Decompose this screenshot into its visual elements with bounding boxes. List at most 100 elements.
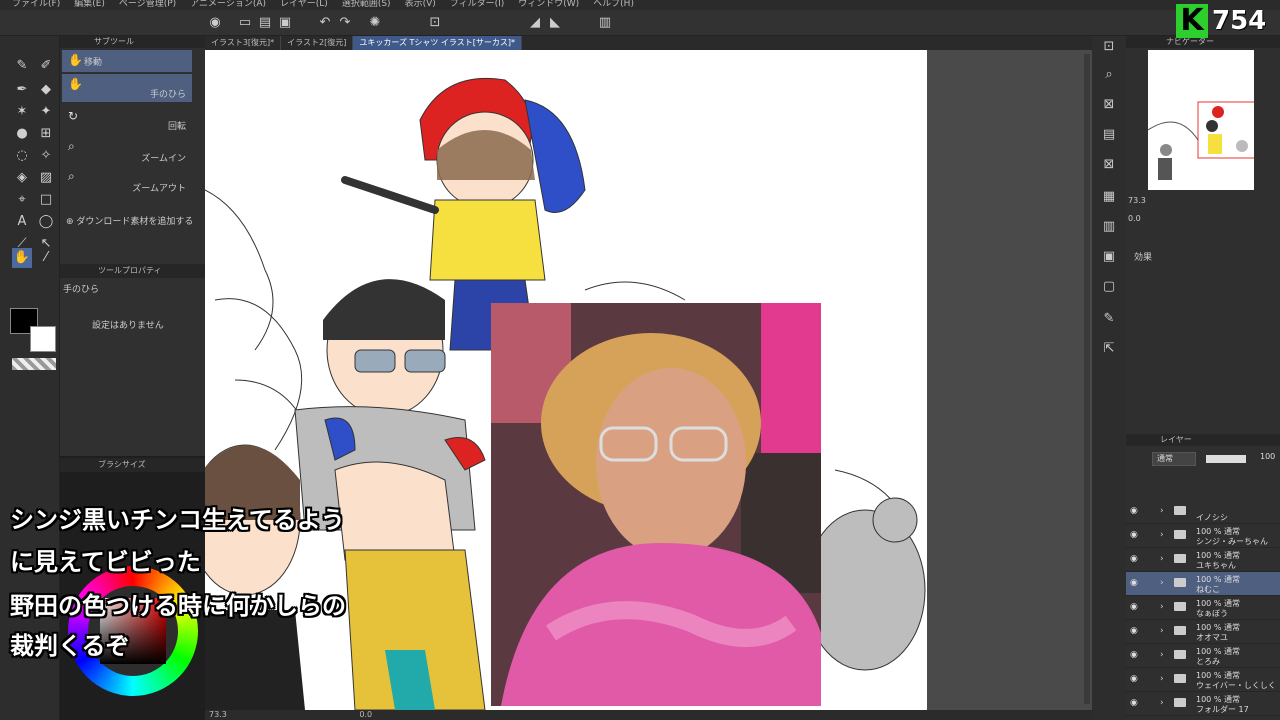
layer-row[interactable]: ◉ › 100 % 通常 オオマユ [1126, 620, 1280, 644]
grid-icon[interactable]: ▦ [1098, 186, 1120, 208]
chevron-right-icon[interactable]: › [1160, 578, 1164, 588]
redo-icon[interactable]: ↷ [336, 14, 354, 32]
image-icon[interactable]: ▢ [1098, 276, 1120, 298]
tab-illust3[interactable]: イラスト3[復元]* [205, 36, 282, 50]
loading-icon[interactable]: ✺ [366, 14, 384, 32]
eye-icon[interactable]: ◉ [1130, 554, 1138, 564]
blend-icon[interactable]: ● [12, 124, 32, 144]
lasso-icon[interactable]: ◌ [12, 146, 32, 166]
export-icon[interactable]: ⇱ [1098, 338, 1120, 360]
chevron-right-icon[interactable]: › [1160, 554, 1164, 564]
chevron-right-icon[interactable]: › [1160, 530, 1164, 540]
layer-row[interactable]: ◉ › 100 % 通常 ねむこ [1126, 572, 1280, 596]
figure-icon[interactable]: □ [36, 190, 56, 210]
eye-icon[interactable]: ◉ [1130, 578, 1138, 588]
menu-animation[interactable]: アニメーション(A) [190, 0, 266, 10]
open-file-icon[interactable]: ▤ [256, 14, 274, 32]
sparkle-icon[interactable]: ✦ [36, 102, 56, 122]
layer-row[interactable]: ◉ › 100 % 通常 ウェイバー・しくしく [1126, 668, 1280, 692]
clip-studio-icon[interactable]: ◉ [206, 14, 224, 32]
rotate-icon: ↻ [68, 109, 79, 123]
navigator-angle[interactable]: 0.0 [1128, 214, 1141, 223]
settings-icon[interactable]: ▥ [596, 14, 614, 32]
opacity-value[interactable]: 100 [1260, 452, 1275, 461]
palette-icon[interactable]: ⊡ [1098, 36, 1120, 58]
navigator-zoom[interactable]: 73.3 [1128, 196, 1146, 205]
brush-icon[interactable]: ✒ [12, 80, 32, 100]
subtool-item-move[interactable]: ✋ 移動 [62, 50, 192, 72]
ruler-snap-icon[interactable]: ◢ [526, 14, 544, 32]
menu-layer[interactable]: レイヤー(L) [280, 0, 328, 10]
folder-icon [1174, 578, 1186, 587]
new-file-icon[interactable]: ▭ [236, 14, 254, 32]
menu-window[interactable]: ウィンドウ(W) [518, 0, 579, 10]
pen-icon[interactable]: ✎ [12, 56, 32, 76]
gradient-icon[interactable]: ▨ [36, 168, 56, 188]
copy-icon[interactable]: ▤ [1098, 124, 1120, 146]
close-icon[interactable]: ⊠ [1098, 154, 1120, 176]
tab-circus[interactable]: ユキッカーズ Tシャツ イラスト[サーカス]* [353, 36, 522, 50]
text-icon[interactable]: A [12, 212, 32, 232]
balloon-icon[interactable]: ◯ [36, 212, 56, 232]
edit-icon[interactable]: ✎ [1098, 308, 1120, 330]
eraser-icon[interactable]: ◆ [36, 80, 56, 100]
angle-readout[interactable]: 0.0 [359, 710, 372, 719]
fill-icon[interactable]: ◈ [12, 168, 32, 188]
transform-icon[interactable]: ⊡ [426, 14, 444, 32]
layer-row[interactable]: ◉ › 100 % 通常 ユキちゃん [1126, 548, 1280, 572]
search-icon[interactable]: ⌕ [1098, 64, 1120, 86]
sub-color-swatch[interactable] [30, 326, 56, 352]
eye-icon[interactable]: ◉ [1130, 602, 1138, 612]
chevron-right-icon[interactable]: › [1160, 698, 1164, 708]
pencil-icon[interactable]: ✐ [36, 56, 56, 76]
eye-icon[interactable]: ◉ [1130, 506, 1138, 516]
eye-icon[interactable]: ◉ [1130, 674, 1138, 684]
layer-property-icon[interactable]: ▥ [1098, 216, 1120, 238]
chevron-right-icon[interactable]: › [1160, 626, 1164, 636]
eye-icon[interactable]: ◉ [1130, 530, 1138, 540]
eye-icon[interactable]: ◉ [1130, 626, 1138, 636]
magic-wand-icon[interactable]: ✧ [36, 146, 56, 166]
decoration-icon[interactable]: ✶ [12, 102, 32, 122]
chevron-right-icon[interactable]: › [1160, 650, 1164, 660]
transparent-color-swatch[interactable] [12, 358, 56, 370]
canvas-vertical-scrollbar[interactable] [1084, 54, 1090, 704]
menu-filter[interactable]: フィルター(I) [450, 0, 505, 10]
layer-row[interactable]: ◉ › イノシシ [1126, 500, 1280, 524]
tab-illust2[interactable]: イラスト2[復元] [281, 36, 354, 50]
subtool-item-zoom-in[interactable]: ⌕ ズームイン [62, 136, 192, 166]
eyedropper-icon[interactable]: ⁄ [36, 248, 56, 268]
chevron-right-icon[interactable]: › [1160, 506, 1164, 516]
menu-view[interactable]: 表示(V) [405, 0, 436, 10]
subtool-item-zoom-out[interactable]: ⌕ ズームアウト [62, 166, 192, 196]
grid-icon[interactable]: ⊞ [36, 124, 56, 144]
subtool-item-rotate[interactable]: ↻ 回転 [62, 106, 192, 134]
navigator-preview [1148, 101, 1254, 180]
save-icon[interactable]: ▣ [276, 14, 294, 32]
eye-icon[interactable]: ◉ [1130, 698, 1138, 708]
layer-row[interactable]: ◉ › 100 % 通常 とろみ [1126, 644, 1280, 668]
frame-icon[interactable]: ▣ [1098, 246, 1120, 268]
add-material-button[interactable]: ⊕ ダウンロード素材を追加する [66, 214, 193, 227]
menu-edit[interactable]: 編集(E) [74, 0, 105, 10]
snap-special-icon[interactable]: ◣ [546, 14, 564, 32]
blend-mode-select[interactable]: 通常 [1152, 452, 1196, 466]
chevron-right-icon[interactable]: › [1160, 674, 1164, 684]
eye-icon[interactable]: ◉ [1130, 650, 1138, 660]
opacity-slider[interactable] [1206, 455, 1246, 463]
layer-row[interactable]: ◉ › 100 % 通常 フォルダー 17 [1126, 692, 1280, 716]
chevron-right-icon[interactable]: › [1160, 602, 1164, 612]
menu-page[interactable]: ページ管理(P) [119, 0, 176, 10]
zoom-readout[interactable]: 73.3 [209, 710, 227, 719]
menu-file[interactable]: ファイル(F) [12, 0, 60, 10]
subtool-item-hand[interactable]: ✋ 手のひら [62, 74, 192, 102]
undo-icon[interactable]: ↶ [316, 14, 334, 32]
material-icon[interactable]: ⊠ [1098, 94, 1120, 116]
layer-row[interactable]: ◉ › 100 % 通常 シンジ・みーちゃん [1126, 524, 1280, 548]
menu-help[interactable]: ヘルプ(H) [593, 0, 634, 10]
hand-icon[interactable]: ✋ [12, 248, 32, 268]
navigator-thumbnail[interactable] [1148, 50, 1254, 190]
layer-row[interactable]: ◉ › 100 % 通常 なぁぼう [1126, 596, 1280, 620]
menu-selection[interactable]: 選択範囲(S) [342, 0, 391, 10]
operation-icon[interactable]: ⌖ [12, 190, 32, 210]
